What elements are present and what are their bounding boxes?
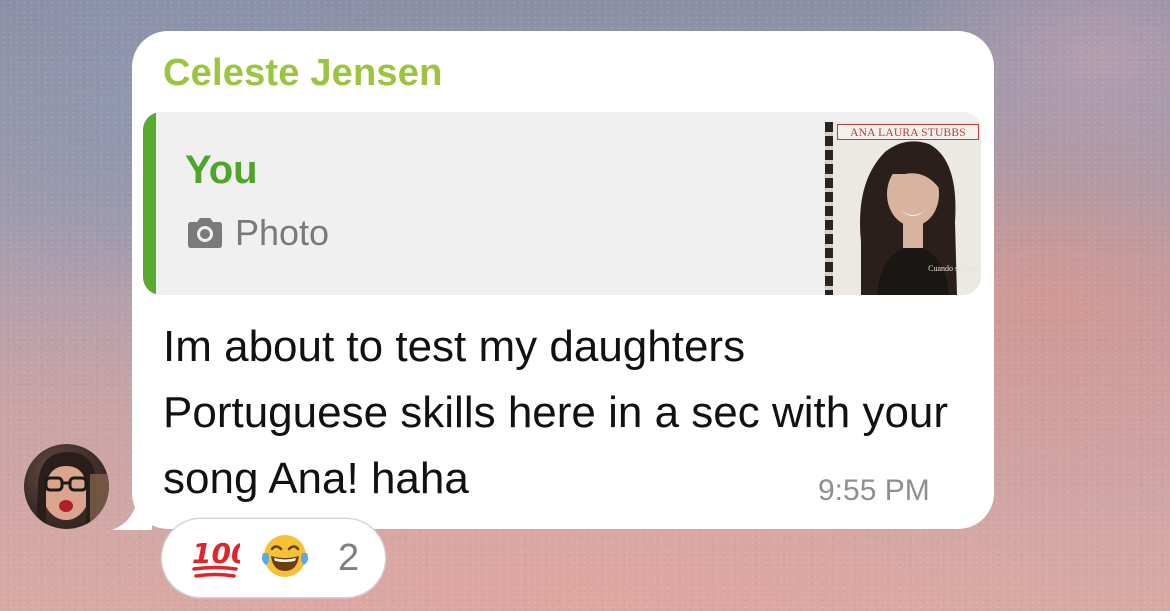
hundred-points-emoji[interactable]: 100 bbox=[190, 533, 240, 581]
message-timestamp: 9:55 PM bbox=[818, 474, 930, 507]
thumbnail-caption: Cuando se ama bbox=[928, 264, 977, 273]
reply-author: You bbox=[185, 148, 258, 192]
thumbnail-title: ANA LAURA STUBBS bbox=[837, 124, 979, 140]
reactions-pill[interactable]: 100 2 bbox=[162, 519, 385, 597]
sender-name[interactable]: Celeste Jensen bbox=[163, 52, 443, 95]
sender-avatar[interactable] bbox=[24, 444, 109, 529]
reply-quote[interactable]: You Photo ANA LAURA STUBBS Cuando se ama bbox=[143, 112, 981, 295]
reply-photo-thumbnail: ANA LAURA STUBBS Cuando se ama bbox=[825, 122, 981, 295]
svg-text:100: 100 bbox=[192, 537, 240, 570]
camera-icon bbox=[188, 218, 222, 248]
face-with-tears-of-joy-emoji[interactable] bbox=[260, 531, 310, 581]
reply-accent-bar bbox=[143, 112, 156, 295]
reply-type-label: Photo bbox=[235, 212, 330, 253]
reply-type: Photo bbox=[185, 212, 329, 254]
reaction-count: 2 bbox=[338, 537, 360, 579]
